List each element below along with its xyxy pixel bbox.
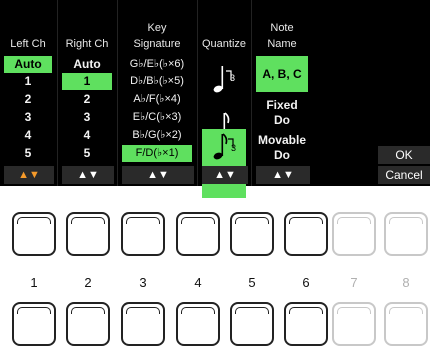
panel-number-6: 6	[302, 275, 310, 290]
fixed-do-label: Do	[274, 113, 290, 127]
ok-button[interactable]: OK	[378, 146, 430, 164]
quantize-scroll-arrows[interactable]: ▲▼	[202, 166, 248, 184]
movable-label: Movable	[257, 133, 306, 147]
note-name-option-fixed-do[interactable]: Fixed Do	[256, 96, 308, 130]
note-name-scroll-arrows[interactable]: ▲▼	[256, 166, 310, 184]
panel-number-5: 5	[248, 275, 256, 290]
panel-button-4-lower[interactable]	[176, 302, 220, 346]
left-ch-scroll-arrows[interactable]: ▲▼	[4, 166, 54, 184]
left-ch-header: Left Ch	[10, 38, 46, 50]
column-note-name: Note Name A, B, C Fixed Do Movable Do ▲▼	[252, 0, 312, 186]
column-key-signature: Key Signature G♭/E♭(♭×6) D♭/B♭(♭×5) A♭/F…	[118, 0, 196, 186]
key-signature-header-line2: Signature	[133, 38, 181, 50]
panel-number-2: 2	[84, 275, 92, 290]
column-left-ch: Left Ch Auto 1 2 3 4 5 ▲▼	[0, 0, 56, 186]
panel-button-5-lower[interactable]	[230, 302, 274, 346]
key-sig-option-eb[interactable]: E♭/C(♭×3)	[122, 109, 192, 126]
left-ch-option-auto[interactable]: Auto	[4, 56, 52, 73]
movable-do-label: Do	[274, 148, 290, 162]
note-name-header-line1: Note	[270, 22, 294, 34]
key-sig-scroll-arrows[interactable]: ▲▼	[122, 166, 194, 184]
panel-number-7: 7	[350, 275, 358, 290]
cancel-button[interactable]: Cancel	[378, 166, 430, 184]
quarter-triplet-note-icon: 3	[213, 66, 235, 93]
panel-button-5-upper[interactable]	[230, 212, 274, 256]
svg-text:3: 3	[230, 73, 235, 83]
eighth-triplet-note-icon: 3	[213, 132, 236, 159]
panel-button-2-lower[interactable]	[66, 302, 110, 346]
panel-button-1-upper[interactable]	[12, 212, 56, 256]
panel-button-1-lower[interactable]	[12, 302, 56, 346]
key-sig-option-gb[interactable]: G♭/E♭(♭×6)	[122, 56, 192, 73]
panel-button-7-lower	[332, 302, 376, 346]
left-ch-option-1[interactable]: 1	[4, 73, 52, 90]
left-ch-option-2[interactable]: 2	[4, 91, 52, 108]
right-ch-option-4[interactable]: 4	[62, 127, 112, 144]
panel-button-3-upper[interactable]	[121, 212, 165, 256]
panel-number-1: 1	[30, 275, 38, 290]
panel-button-2-upper[interactable]	[66, 212, 110, 256]
panel-number-3: 3	[139, 275, 147, 290]
panel-button-3-lower[interactable]	[121, 302, 165, 346]
panel-button-4-upper[interactable]	[176, 212, 220, 256]
panel-button-7-upper	[332, 212, 376, 256]
note-name-option-movable-do[interactable]: Movable Do	[256, 131, 308, 165]
key-sig-option-db[interactable]: D♭/B♭(♭×5)	[122, 73, 192, 90]
panel-number-4: 4	[194, 275, 202, 290]
left-ch-option-4[interactable]: 4	[4, 127, 52, 144]
left-ch-option-5[interactable]: 5	[4, 145, 52, 162]
right-ch-header: Right Ch	[65, 38, 109, 50]
column-right-ch: Right Ch Auto 1 2 3 4 5 ▲▼	[58, 0, 116, 186]
left-ch-option-3[interactable]: 3	[4, 109, 52, 126]
key-sig-option-ab[interactable]: A♭/F(♭×4)	[122, 91, 192, 108]
quantize-header: Quantize	[201, 38, 247, 50]
quantize-option-quarter-triplet[interactable]: 3	[202, 56, 246, 102]
lcd-screen: Left Ch Auto 1 2 3 4 5 ▲▼ Right Ch Auto …	[0, 0, 430, 198]
panel-button-6-lower[interactable]	[284, 302, 328, 346]
right-ch-option-auto[interactable]: Auto	[62, 56, 112, 73]
svg-text:3: 3	[231, 143, 236, 153]
right-ch-option-3[interactable]: 3	[62, 109, 112, 126]
right-ch-option-5[interactable]: 5	[62, 145, 112, 162]
right-ch-option-1[interactable]: 1	[62, 73, 112, 90]
panel-button-8-lower	[384, 302, 428, 346]
note-name-abc-label: A, B, C	[262, 66, 302, 81]
fixed-label: Fixed	[266, 98, 298, 112]
quantize-option-eighth-triplet[interactable]: 3	[202, 129, 246, 164]
note-name-option-abc[interactable]: A, B, C	[256, 56, 308, 92]
panel-button-8-upper	[384, 212, 428, 256]
key-signature-header-line1: Key	[147, 22, 167, 34]
key-sig-option-bb[interactable]: B♭/G(♭×2)	[122, 127, 192, 144]
panel-button-6-upper[interactable]	[284, 212, 328, 256]
right-ch-option-2[interactable]: 2	[62, 91, 112, 108]
note-name-header-line2: Name	[267, 38, 297, 50]
key-sig-option-f[interactable]: F/D(♭×1)	[122, 145, 192, 162]
right-ch-scroll-arrows[interactable]: ▲▼	[62, 166, 114, 184]
panel-number-8: 8	[402, 275, 410, 290]
